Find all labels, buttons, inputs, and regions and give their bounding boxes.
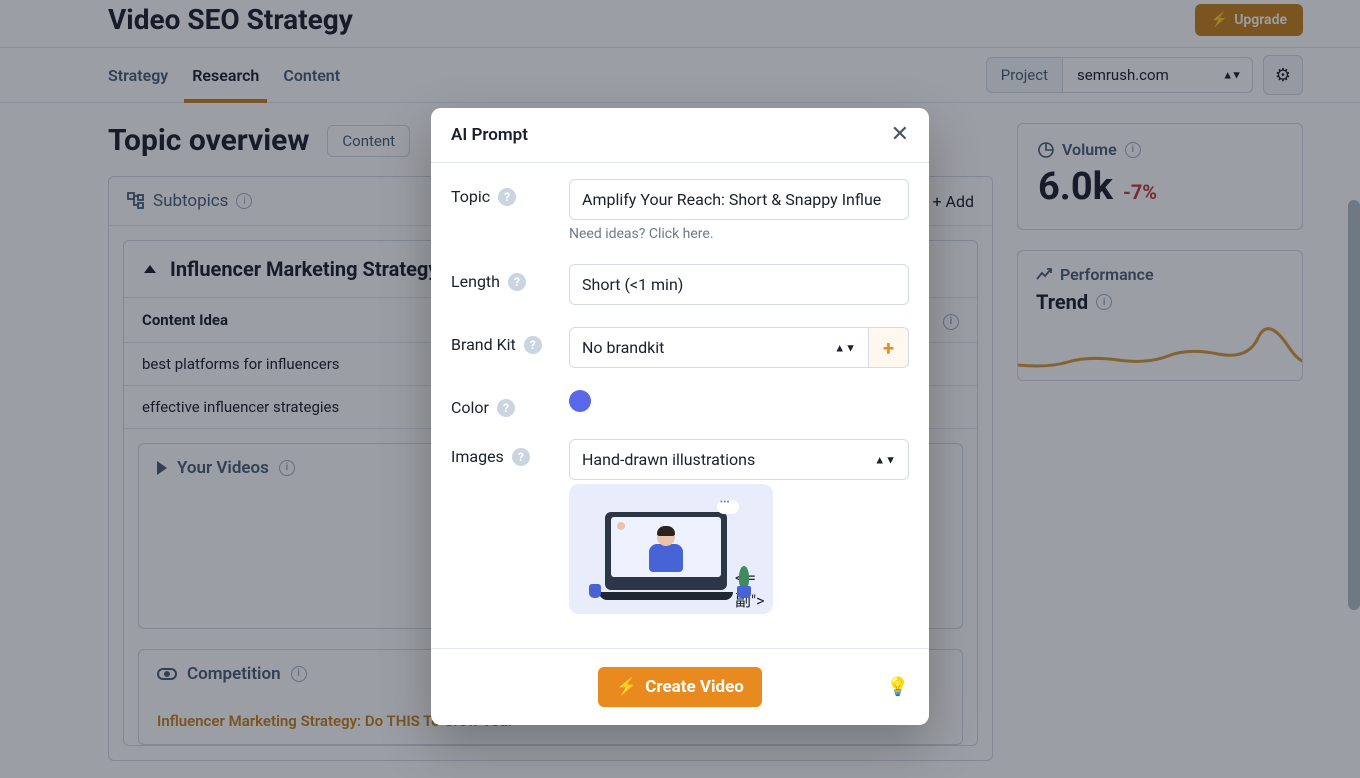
modal-overlay: AI Prompt ✕ Topic ? Need ideas? Click he… [0, 0, 1360, 778]
close-button[interactable]: ✕ [891, 124, 909, 146]
help-icon[interactable]: ? [497, 399, 515, 417]
lightbulb-icon[interactable]: 💡 [887, 677, 909, 698]
length-input[interactable] [569, 264, 909, 305]
images-value: Hand-drawn illustrations [582, 450, 755, 469]
modal-title: AI Prompt [451, 125, 528, 145]
modal-create-video-button[interactable]: ⚡ Create Video [598, 667, 762, 707]
color-swatch[interactable] [569, 390, 591, 412]
brandkit-select[interactable]: No brandkit ▲▼ [569, 327, 869, 368]
length-label: Length [451, 272, 500, 291]
modal-create-label: Create Video [645, 677, 744, 697]
help-icon[interactable]: ? [512, 448, 530, 466]
brandkit-value: No brandkit [582, 338, 664, 357]
brandkit-label: Brand Kit [451, 335, 516, 354]
images-label: Images [451, 447, 504, 466]
help-icon[interactable]: ? [524, 336, 542, 354]
topic-hint-link[interactable]: Need ideas? Click here. [569, 226, 909, 242]
ai-prompt-modal: AI Prompt ✕ Topic ? Need ideas? Click he… [431, 108, 929, 725]
chevron-updown-icon: ▲▼ [834, 341, 856, 354]
help-icon[interactable]: ? [508, 273, 526, 291]
illustration-preview: <:=副"> [569, 484, 773, 614]
help-icon[interactable]: ? [498, 188, 516, 206]
add-brandkit-button[interactable]: + [869, 327, 909, 368]
images-select[interactable]: Hand-drawn illustrations ▲▼ [569, 439, 909, 480]
chevron-updown-icon: ▲▼ [874, 453, 896, 466]
topic-input[interactable] [569, 179, 909, 220]
color-label: Color [451, 398, 489, 417]
bolt-icon: ⚡ [616, 677, 637, 697]
topic-label: Topic [451, 187, 490, 206]
